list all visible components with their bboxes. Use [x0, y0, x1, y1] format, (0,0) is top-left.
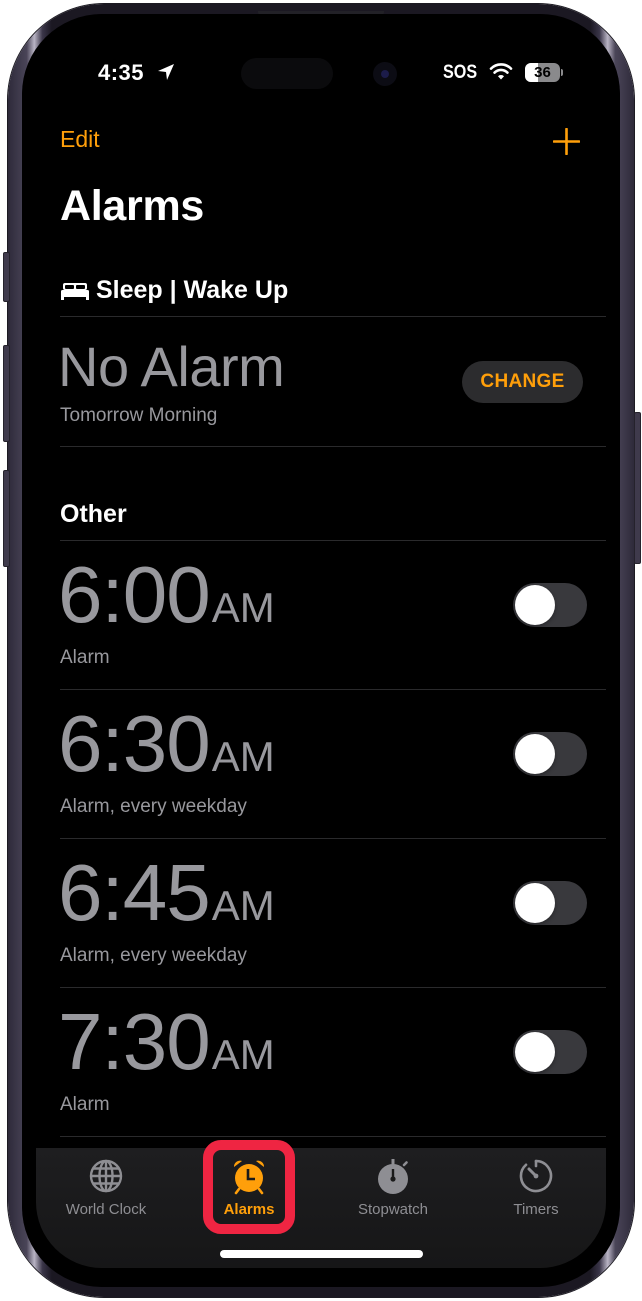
alarm-label: Alarm, every weekday [60, 796, 247, 817]
alarm-ampm: AM [211, 882, 275, 929]
alarm-row[interactable]: 6:30AM Alarm, every weekday [0, 690, 642, 839]
dynamic-island [241, 58, 333, 89]
battery-indicator: 36 [525, 63, 560, 82]
toggle-knob [515, 1032, 555, 1072]
alarm-time: 6:00AM [58, 555, 275, 648]
alarm-ampm: AM [211, 584, 275, 631]
action-button [3, 252, 10, 302]
alarm-ampm: AM [211, 733, 275, 780]
alarm-row[interactable]: 6:00AM Alarm [0, 541, 642, 690]
edit-button[interactable]: Edit [60, 126, 100, 153]
toggle-knob [515, 883, 555, 923]
carrier-status: SOS [443, 62, 478, 83]
divider [60, 1136, 606, 1137]
bed-icon [61, 282, 89, 300]
alarm-clock-icon [233, 1160, 265, 1195]
divider [60, 446, 606, 447]
alarm-toggle[interactable] [513, 1030, 587, 1074]
alarm-label: Alarm [60, 1094, 110, 1115]
tab-timers[interactable]: Timers [466, 1148, 606, 1228]
alarm-time: 6:45AM [58, 853, 275, 946]
battery-level: 36 [534, 64, 551, 81]
tab-label: Alarms [223, 1201, 275, 1218]
alarm-toggle[interactable] [513, 732, 587, 776]
divider [60, 316, 606, 317]
page-title: Alarms [60, 182, 204, 230]
tab-stopwatch[interactable]: Stopwatch [323, 1148, 463, 1228]
location-arrow-icon [158, 64, 174, 80]
sleep-alarm-status[interactable]: No Alarm [58, 334, 285, 399]
alarm-ampm: AM [211, 1031, 275, 1078]
alarm-time-value: 6:30 [58, 699, 211, 788]
tab-label: Timers [513, 1201, 559, 1218]
sleep-alarm-subtitle: Tomorrow Morning [60, 405, 218, 426]
tab-alarms[interactable]: Alarms [179, 1148, 319, 1228]
status-time: 4:35 [98, 60, 145, 85]
alarm-label: Alarm [60, 647, 110, 668]
alarm-row[interactable]: 7:30AM Alarm [0, 988, 642, 1137]
front-camera [373, 62, 397, 86]
alarm-toggle[interactable] [513, 881, 587, 925]
globe-icon [89, 1159, 123, 1193]
other-section-header: Other [60, 500, 127, 528]
alarm-toggle[interactable] [513, 583, 587, 627]
timer-icon [519, 1159, 553, 1193]
toggle-knob [515, 734, 555, 774]
sleep-section-title: Sleep | Wake Up [96, 276, 289, 304]
alarm-time-value: 6:00 [58, 550, 211, 639]
tab-label: World Clock [65, 1201, 147, 1218]
plus-icon[interactable] [553, 128, 580, 155]
change-sleep-button[interactable]: CHANGE [462, 361, 583, 403]
wifi-icon [489, 63, 513, 80]
home-indicator[interactable] [220, 1250, 423, 1258]
alarm-row[interactable]: 6:45AM Alarm, every weekday [0, 839, 642, 988]
alarm-time: 7:30AM [58, 1002, 275, 1095]
stopwatch-icon [378, 1159, 408, 1194]
sleep-section-header: Sleep | Wake Up [60, 276, 288, 305]
toggle-knob [515, 585, 555, 625]
alarm-label: Alarm, every weekday [60, 945, 247, 966]
tab-label: Stopwatch [357, 1201, 429, 1218]
volume-up-button [3, 345, 10, 442]
battery-nub [561, 69, 563, 76]
tab-world-clock[interactable]: World Clock [36, 1148, 176, 1228]
alarm-time: 6:30AM [58, 704, 275, 797]
alarm-time-value: 7:30 [58, 997, 211, 1086]
alarm-time-value: 6:45 [58, 848, 211, 937]
